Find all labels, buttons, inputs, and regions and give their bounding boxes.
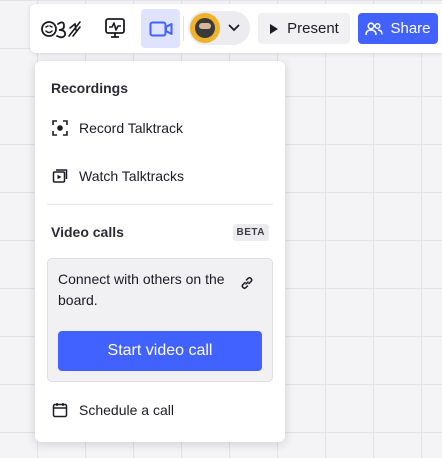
calendar-icon — [51, 401, 69, 419]
reactions-button[interactable] — [38, 13, 86, 43]
board-activity-icon — [105, 18, 125, 38]
user-menu-button[interactable] — [188, 11, 250, 45]
share-button[interactable]: Share — [358, 13, 438, 44]
present-button[interactable]: Present — [258, 13, 350, 44]
schedule-call-item[interactable]: Schedule a call — [51, 398, 174, 422]
schedule-call-label: Schedule a call — [79, 402, 174, 418]
beta-badge: BETA — [232, 224, 269, 241]
top-toolbar: Present Share — [30, 4, 442, 53]
record-focus-icon — [51, 119, 69, 137]
video-dropdown-menu: Recordings Record Talktrack Watch Talktr… — [35, 61, 285, 442]
video-tools-button[interactable] — [141, 9, 180, 48]
record-talktrack-label: Record Talktrack — [79, 120, 184, 136]
users-icon — [365, 21, 384, 35]
recordings-section-title: Recordings — [51, 80, 129, 96]
chevron-down-icon — [228, 24, 240, 32]
video-library-icon — [51, 167, 69, 185]
record-talktrack-item[interactable]: Record Talktrack — [51, 116, 183, 140]
video-calls-section-title: Video calls — [51, 224, 124, 240]
avatar-photo — [195, 18, 215, 38]
start-video-call-button[interactable]: Start video call — [58, 331, 262, 371]
video-call-card: Connect with others on the board. Start … — [47, 258, 273, 382]
menu-divider — [47, 204, 273, 205]
toolbar-divider — [183, 16, 184, 41]
watch-talktracks-item[interactable]: Watch Talktracks — [51, 164, 184, 188]
reactions-emoji-icon — [41, 21, 81, 39]
share-label: Share — [390, 20, 431, 37]
board-activity-button[interactable] — [94, 13, 136, 43]
copy-link-icon[interactable] — [240, 276, 254, 295]
play-icon — [270, 23, 279, 34]
avatar — [190, 13, 220, 43]
present-label: Present — [287, 20, 339, 37]
connect-description: Connect with others on the board. — [58, 271, 225, 308]
watch-talktracks-label: Watch Talktracks — [79, 168, 185, 184]
video-camera-icon — [149, 21, 172, 36]
